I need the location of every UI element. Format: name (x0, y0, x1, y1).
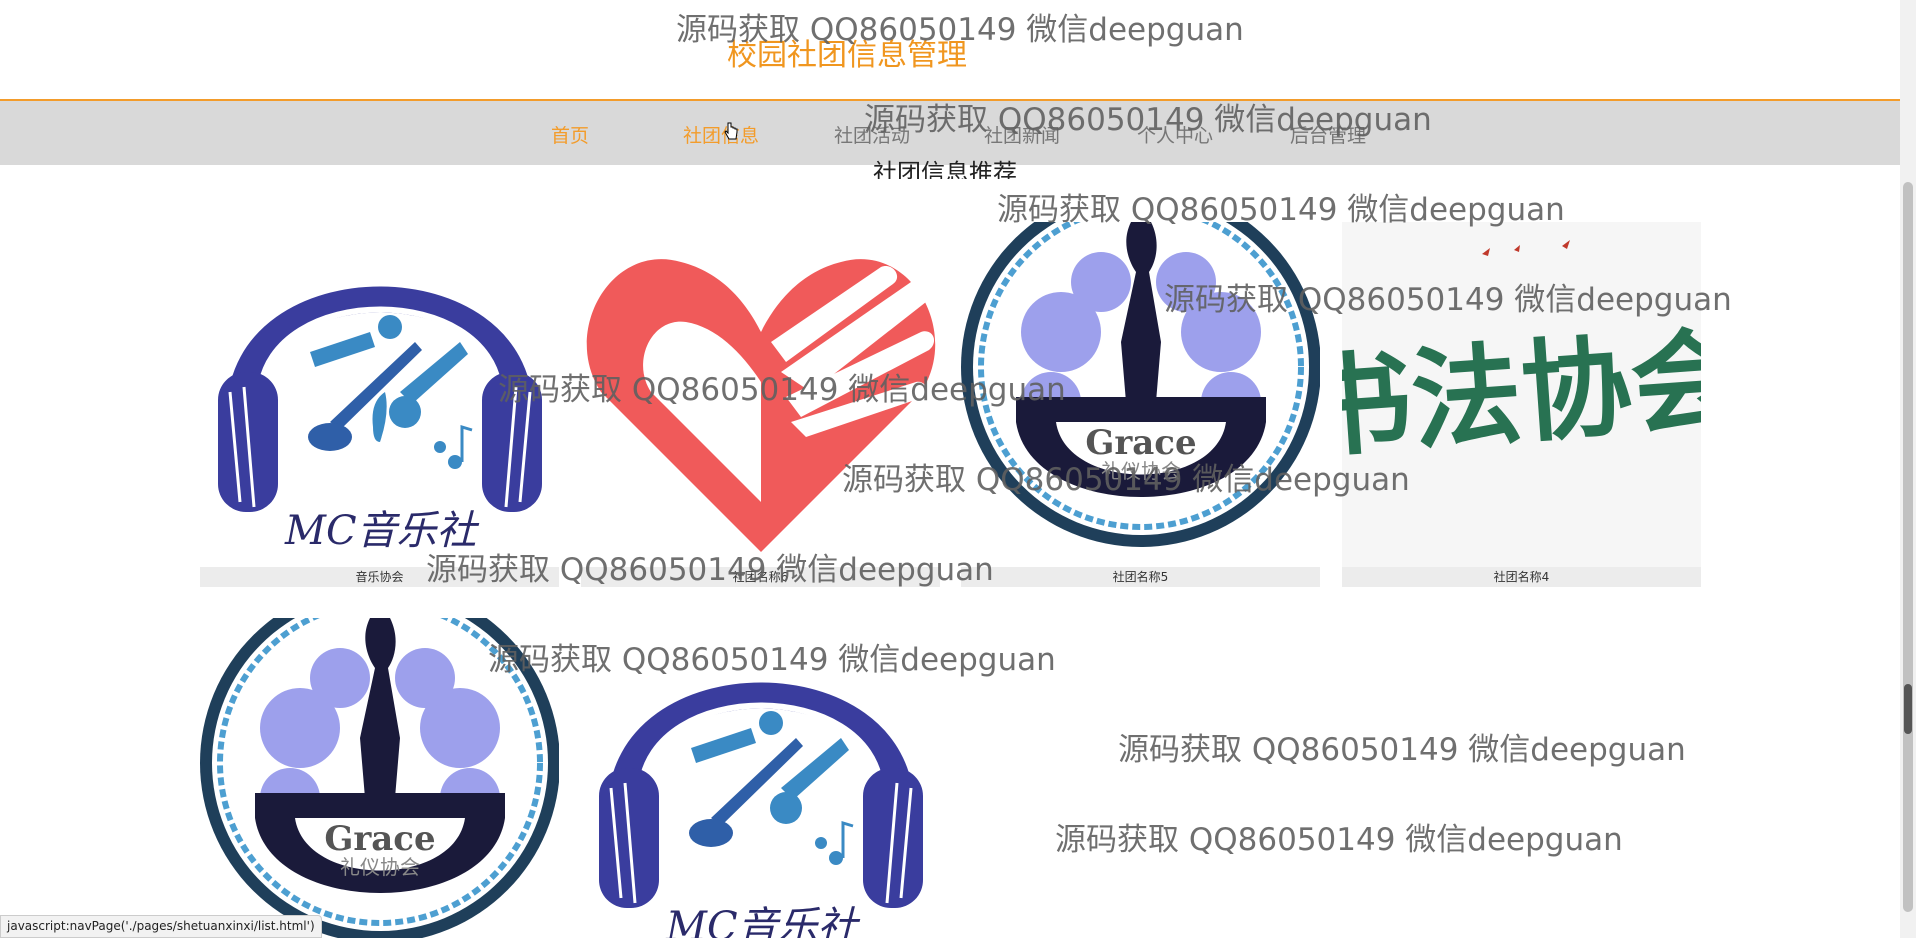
grace-etiquette-logo-icon: Grace 礼仪协会 (961, 222, 1320, 547)
club-caption[interactable]: 社团名称6 (581, 567, 940, 587)
club-image[interactable]: MC音乐社 (581, 618, 940, 938)
nav-item-admin[interactable]: 后台管理 (1290, 121, 1366, 148)
club-card[interactable]: MC音乐社 (581, 618, 940, 938)
logo-subtext: 礼仪协会 (340, 855, 420, 879)
club-card[interactable]: 书法协会 社团名称4 (1342, 222, 1701, 587)
watermark-text: 源码获取 QQ86050149 微信deepguan (1118, 732, 1686, 768)
headphones-music-logo-icon: MC音乐社 (218, 286, 542, 554)
club-image[interactable]: Grace 礼仪协会 (961, 222, 1320, 567)
section-title: 社团信息推荐 (873, 159, 1017, 179)
club-card[interactable]: Grace 礼仪协会 社团名称5 (961, 222, 1320, 587)
nav-item-club-news[interactable]: 社团新闻 (984, 121, 1060, 148)
logo-subtext: 礼仪协会 (1101, 459, 1181, 483)
club-image[interactable] (581, 222, 940, 567)
site-title[interactable]: 校园社团信息管理 (727, 30, 967, 74)
page: 校园社团信息管理 首页 社团信息 社团活动 社团新闻 个人中心 后台管理 社团信… (0, 0, 1916, 938)
scrollbar-thumb[interactable] (1903, 182, 1913, 912)
club-caption[interactable]: 音乐协会 (200, 567, 559, 587)
header: 校园社团信息管理 (0, 0, 1900, 101)
grace-etiquette-logo-icon: Grace 礼仪协会 (200, 618, 559, 938)
hand-cursor-icon (724, 122, 738, 140)
logo-text: Grace (324, 819, 435, 859)
page-scrollbar[interactable] (1900, 0, 1916, 938)
club-card[interactable]: MC音乐社 音乐协会 (200, 222, 559, 587)
nav-item-home[interactable]: 首页 (551, 121, 589, 148)
logo-text: 书法协会 (1342, 314, 1701, 473)
calligraphy-logo-icon: 书法协会 (1342, 240, 1701, 473)
club-caption[interactable]: 社团名称4 (1342, 567, 1701, 587)
watermark-text: 源码获取 QQ86050149 微信deepguan (1055, 822, 1623, 858)
nav-item-club-activities[interactable]: 社团活动 (834, 121, 910, 148)
logo-text: MC音乐社 (665, 904, 861, 938)
club-card[interactable]: 社团名称6 (581, 222, 940, 587)
logo-text: Grace (1085, 423, 1196, 463)
headphones-music-logo-icon: MC音乐社 (599, 682, 923, 938)
club-image[interactable]: 书法协会 (1342, 222, 1701, 567)
nav-item-personal-center[interactable]: 个人中心 (1137, 121, 1213, 148)
nav-item-club-info[interactable]: 社团信息 (683, 121, 759, 148)
logo-text: MC音乐社 (284, 508, 480, 554)
club-caption[interactable]: 社团名称5 (961, 567, 1320, 587)
scrollbar-grip[interactable] (1904, 684, 1912, 734)
club-image[interactable]: MC音乐社 (200, 222, 559, 567)
club-image[interactable]: Grace 礼仪协会 (200, 618, 559, 938)
browser-status-bar: javascript:navPage('./pages/shetuanxinxi… (0, 915, 322, 938)
heart-hand-logo-icon (586, 259, 936, 552)
club-card[interactable]: Grace 礼仪协会 (200, 618, 559, 938)
